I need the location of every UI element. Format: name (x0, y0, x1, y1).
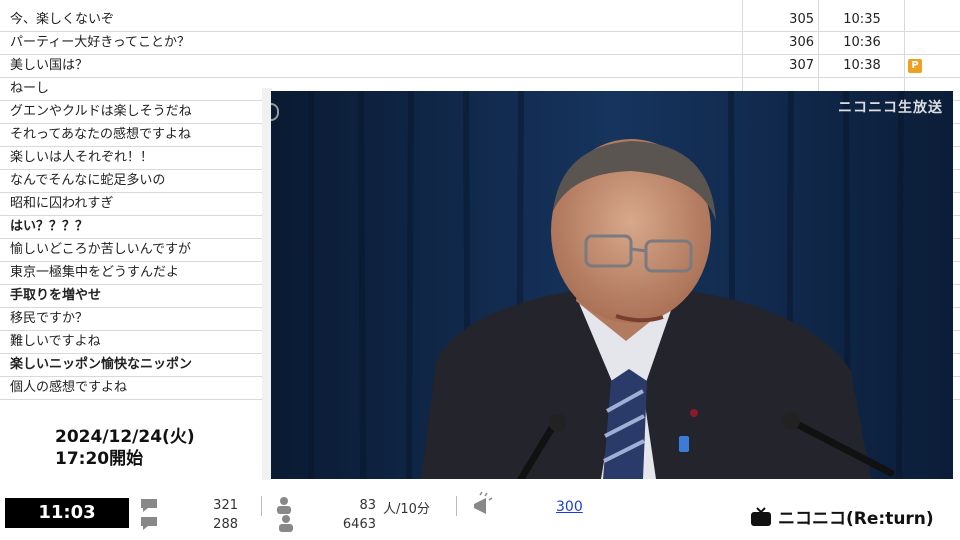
broadcast-start-time: 17:20開始 (55, 449, 144, 469)
comment-text: 美しい国は？ (10, 58, 89, 73)
niconico-return-logo: ニコニコ(Re:turn) (750, 504, 934, 529)
comment-text: 今、楽しくないぞ (10, 12, 115, 27)
comment-text: 難しいですよね (10, 334, 101, 349)
niconico-watermark: ニコニコ生放送 (838, 100, 943, 116)
comment-text: ねーし (10, 81, 50, 96)
comment-text: 昭和に囚われすぎ (10, 196, 114, 211)
comment-text: 手取りを増やせ (10, 288, 102, 303)
comment-row[interactable]: パーティー大好きってことか？ 306 10:36 (0, 32, 960, 55)
comment-text: 移民ですか？ (10, 311, 89, 326)
comment-text: パーティー大好きってことか？ (10, 35, 191, 50)
cut-off-comment-row (0, 0, 960, 8)
tv-icon (751, 507, 771, 526)
ad-megaphone-icon (474, 492, 493, 514)
comment-text: 楽しいは人それぞれ！！ (10, 150, 154, 165)
total-viewer-count: 6463 (342, 517, 376, 532)
broadcast-start-info: 2024/12/24(火) 17:20開始 (55, 426, 195, 470)
premium-badge-icon: P (908, 59, 922, 73)
comment-number: 306 (789, 35, 814, 50)
comment-number: 307 (789, 58, 814, 73)
comment-text: グエンやクルドは楽しそうだね (10, 104, 192, 119)
comment-text: 楽しいニッポン愉快なニッポン (10, 357, 193, 372)
comment-time: 10:36 (843, 35, 881, 50)
comment-text: はい？？？？ (10, 219, 89, 234)
comment-count-secondary: 288 (213, 517, 238, 532)
comment-icon (141, 499, 157, 530)
comment-row[interactable]: 今、楽しくないぞ 305 10:35 (0, 9, 960, 32)
comment-time: 10:35 (843, 12, 881, 27)
active-viewer-count: 83 (359, 498, 376, 513)
comment-row[interactable]: 美しい国は？ 307 10:38 P (0, 55, 960, 78)
comment-time: 10:38 (843, 58, 881, 73)
viewer-icon (277, 497, 293, 532)
comment-text: それってあなたの感想ですよね (10, 127, 191, 142)
comment-text: 個人の感想ですよね (10, 380, 128, 395)
column-divider (818, 0, 819, 92)
divider (456, 496, 457, 516)
comment-text: 東京一極集中をどうすんだよ (10, 265, 180, 280)
column-divider (742, 0, 743, 92)
active-viewer-unit: 人/10分 (383, 502, 430, 517)
current-time: 11:03 (5, 498, 129, 528)
brand-text: ニコニコ(Re:turn) (778, 509, 934, 529)
column-divider (904, 0, 905, 92)
video-player[interactable]: ニコニコ生放送 (271, 91, 953, 479)
speaker-video-frame (271, 91, 953, 479)
ad-points-link[interactable]: 300 (556, 499, 583, 515)
comment-text: なんでそんなに蛇足多いの (10, 173, 166, 188)
comment-text: 愉しいどころか苦しいんですが (10, 242, 191, 257)
comment-number: 305 (789, 12, 814, 27)
status-bar: 11:03 321 288 83 人/10分 6463 300 ニコニコ(Re:… (0, 490, 960, 540)
comment-count: 321 (213, 498, 238, 513)
divider (261, 496, 262, 516)
broadcast-date: 2024/12/24(火) (55, 427, 195, 447)
